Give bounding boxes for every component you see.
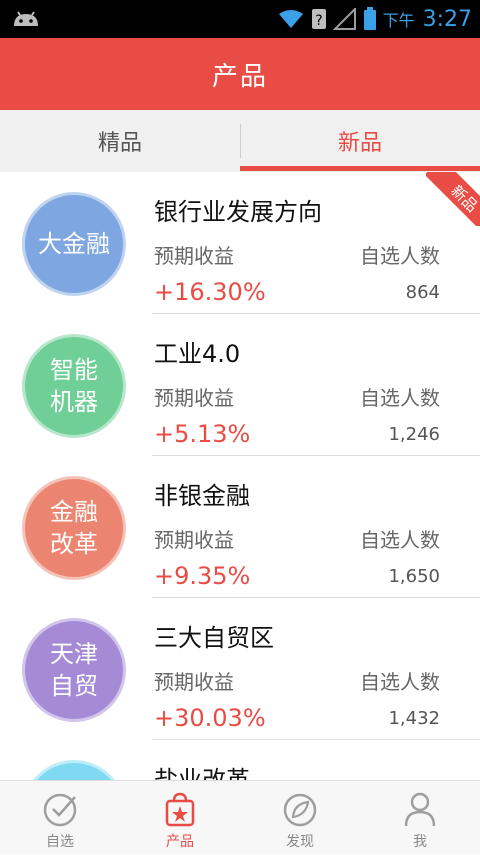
product-badge: 大金融 <box>22 192 126 296</box>
yield-value: +16.30% <box>154 278 266 306</box>
status-ampm: 下午 <box>382 11 415 30</box>
count-label: 自选人数 <box>360 386 440 410</box>
person-icon <box>404 792 436 827</box>
compass-leaf-icon <box>283 793 317 827</box>
count-value: 1,650 <box>388 566 440 587</box>
unknown-sim-icon: ? <box>311 9 326 29</box>
android-icon <box>14 11 38 26</box>
battery-icon <box>363 7 376 30</box>
yield-label: 预期收益 <box>154 528 234 552</box>
bottom-nav: 自选 产品 发现 我 <box>0 780 480 854</box>
list-item[interactable]: 盐业改革 <box>0 740 480 780</box>
nav-watchlist[interactable]: 自选 <box>0 781 120 855</box>
page-title: 产品 <box>211 61 268 92</box>
nav-discover[interactable]: 发现 <box>240 781 360 855</box>
product-badge: 天津 自贸 <box>22 618 126 722</box>
nav-me-label: 我 <box>413 834 427 850</box>
yield-label: 预期收益 <box>154 386 234 410</box>
count-value: 864 <box>405 282 440 303</box>
new-ribbon: 新品 <box>426 172 480 226</box>
product-badge-text: 智能 机器 <box>50 356 98 416</box>
bag-star-icon <box>165 792 195 827</box>
count-label: 自选人数 <box>360 670 440 694</box>
list-item[interactable]: 大金融 银行业发展方向 预期收益 自选人数 +16.30% 864 新品 <box>0 172 480 314</box>
product-title: 非银金融 <box>154 482 250 510</box>
active-tab-indicator <box>240 166 480 171</box>
product-badge-text: 大金融 <box>38 230 110 258</box>
status-time: 3:27 <box>422 6 472 32</box>
new-ribbon-label: 新品 <box>447 181 480 216</box>
tab-new[interactable]: 新品 <box>240 110 480 172</box>
tab-new-label: 新品 <box>337 131 382 156</box>
nav-watchlist-label: 自选 <box>46 834 74 850</box>
product-badge-text: 金融 改革 <box>50 498 98 558</box>
wifi-icon <box>278 10 303 28</box>
count-value: 1,432 <box>388 708 440 729</box>
nav-me[interactable]: 我 <box>360 781 480 855</box>
nav-products[interactable]: 产品 <box>120 781 240 855</box>
signal-icon <box>332 8 356 30</box>
yield-value: +5.13% <box>154 420 251 448</box>
product-badge: 智能 机器 <box>22 334 126 438</box>
product-title: 银行业发展方向 <box>154 198 322 226</box>
yield-value: +9.35% <box>154 562 251 590</box>
product-title: 盐业改革 <box>154 766 250 780</box>
product-title: 工业4.0 <box>154 340 241 368</box>
yield-value: +30.03% <box>154 704 266 732</box>
tab-featured-label: 精品 <box>97 131 142 156</box>
app-header: 产品 <box>0 38 480 110</box>
tab-featured[interactable]: 精品 <box>0 110 240 172</box>
list-item[interactable]: 智能 机器 工业4.0 预期收益 自选人数 +5.13% 1,246 <box>0 314 480 456</box>
count-label: 自选人数 <box>360 528 440 552</box>
product-badge: 金融 改革 <box>22 476 126 580</box>
yield-label: 预期收益 <box>154 670 234 694</box>
yield-label: 预期收益 <box>154 244 234 268</box>
status-bar: ? 下午 3:27 <box>0 0 480 38</box>
nav-products-label: 产品 <box>166 834 194 850</box>
product-list[interactable]: 大金融 银行业发展方向 预期收益 自选人数 +16.30% 864 新品 智能 … <box>0 172 480 780</box>
count-value: 1,246 <box>388 424 440 445</box>
check-circle-icon <box>43 793 77 827</box>
product-badge-text: 天津 自贸 <box>50 640 98 700</box>
nav-discover-label: 发现 <box>286 834 314 850</box>
count-label: 自选人数 <box>360 244 440 268</box>
tab-bar: 精品 新品 <box>0 110 480 172</box>
list-item[interactable]: 天津 自贸 三大自贸区 预期收益 自选人数 +30.03% 1,432 <box>0 598 480 740</box>
product-title: 三大自贸区 <box>154 624 274 652</box>
list-item[interactable]: 金融 改革 非银金融 预期收益 自选人数 +9.35% 1,650 <box>0 456 480 598</box>
product-badge <box>22 760 126 780</box>
svg-text:?: ? <box>315 13 322 29</box>
